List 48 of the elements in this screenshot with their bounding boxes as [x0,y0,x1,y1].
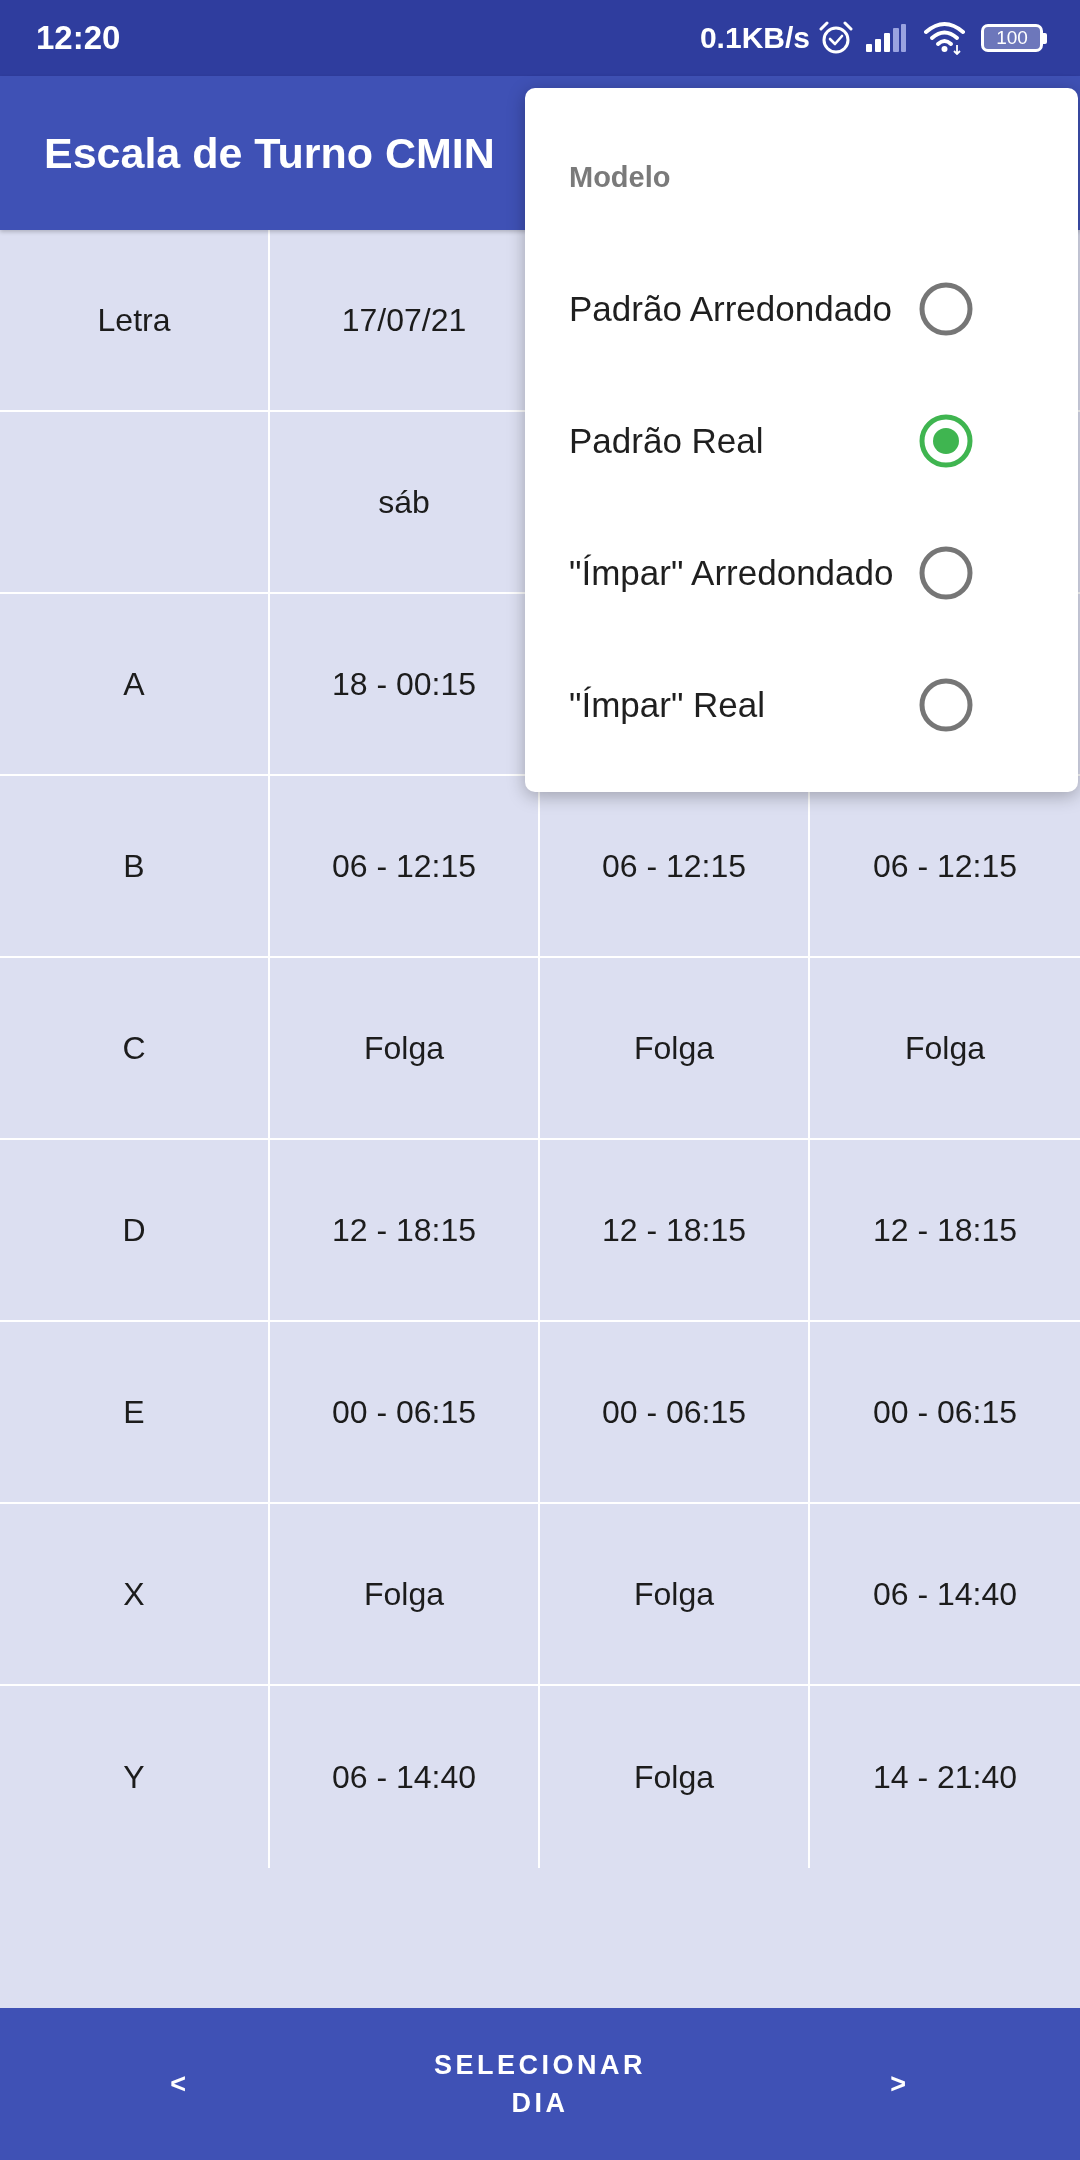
radio-button[interactable] [919,678,973,732]
previous-button[interactable]: < [160,2059,200,2109]
network-speed: 0.1KB/s [699,21,810,55]
table-cell: 06 - 12:15 [331,847,477,885]
row-header: B [123,847,145,885]
row-header: E [123,1393,145,1431]
row-header: A [123,665,145,703]
menu-option[interactable]: "Ímpar" Arredondado [569,553,911,593]
table-cell: Folga [363,1029,444,1067]
menu-option[interactable]: Padrão Real [569,421,911,461]
table-cell: 14 - 21:40 [872,1758,1018,1796]
select-day-button[interactable]: SELECIONAR DIA [415,2040,665,2128]
table-cell: 06 - 12:15 [872,847,1018,885]
table-cell: Folga [363,1575,444,1613]
row-header: Y [123,1758,145,1796]
table-cell: 06 - 12:15 [601,847,747,885]
column-header: Letra [97,301,171,339]
table-cell: 00 - 06:15 [331,1393,477,1431]
battery-indicator: 100 [981,24,1047,52]
radio-button[interactable] [919,546,973,600]
table-cell: Folga [633,1758,714,1796]
menu-option[interactable]: "Ímpar" Real [569,685,911,725]
row-header: X [123,1575,145,1613]
table-cell: 12 - 18:15 [872,1211,1018,1249]
table-cell: 06 - 14:40 [331,1758,477,1796]
next-button[interactable]: > [880,2059,920,2109]
clock-time: 12:20 [36,19,121,57]
menu-option[interactable]: Padrão Arredondado [569,289,911,329]
alarm-clock-icon [819,21,853,55]
table-cell: 12 - 18:15 [331,1211,477,1249]
table-cell: Folga [633,1575,714,1613]
table-cell: Folga [633,1029,714,1067]
signal-strength-icon [866,24,906,52]
table-cell: 00 - 06:15 [872,1393,1018,1431]
column-header: 17/07/21 [341,301,467,339]
radio-button[interactable] [919,414,973,468]
radio-button[interactable] [919,282,973,336]
table-cell: sáb [378,483,430,521]
menu-title: Modelo [569,160,671,194]
wifi-icon [924,21,965,55]
app-title: Escala de Turno CMIN [44,128,495,178]
row-header: C [122,1029,146,1067]
row-header: D [122,1211,146,1249]
table-cell: 18 - 00:15 [331,665,477,703]
table-cell: 00 - 06:15 [601,1393,747,1431]
table-cell: Folga [904,1029,985,1067]
table-cell: 12 - 18:15 [601,1211,747,1249]
table-cell: 06 - 14:40 [872,1575,1018,1613]
